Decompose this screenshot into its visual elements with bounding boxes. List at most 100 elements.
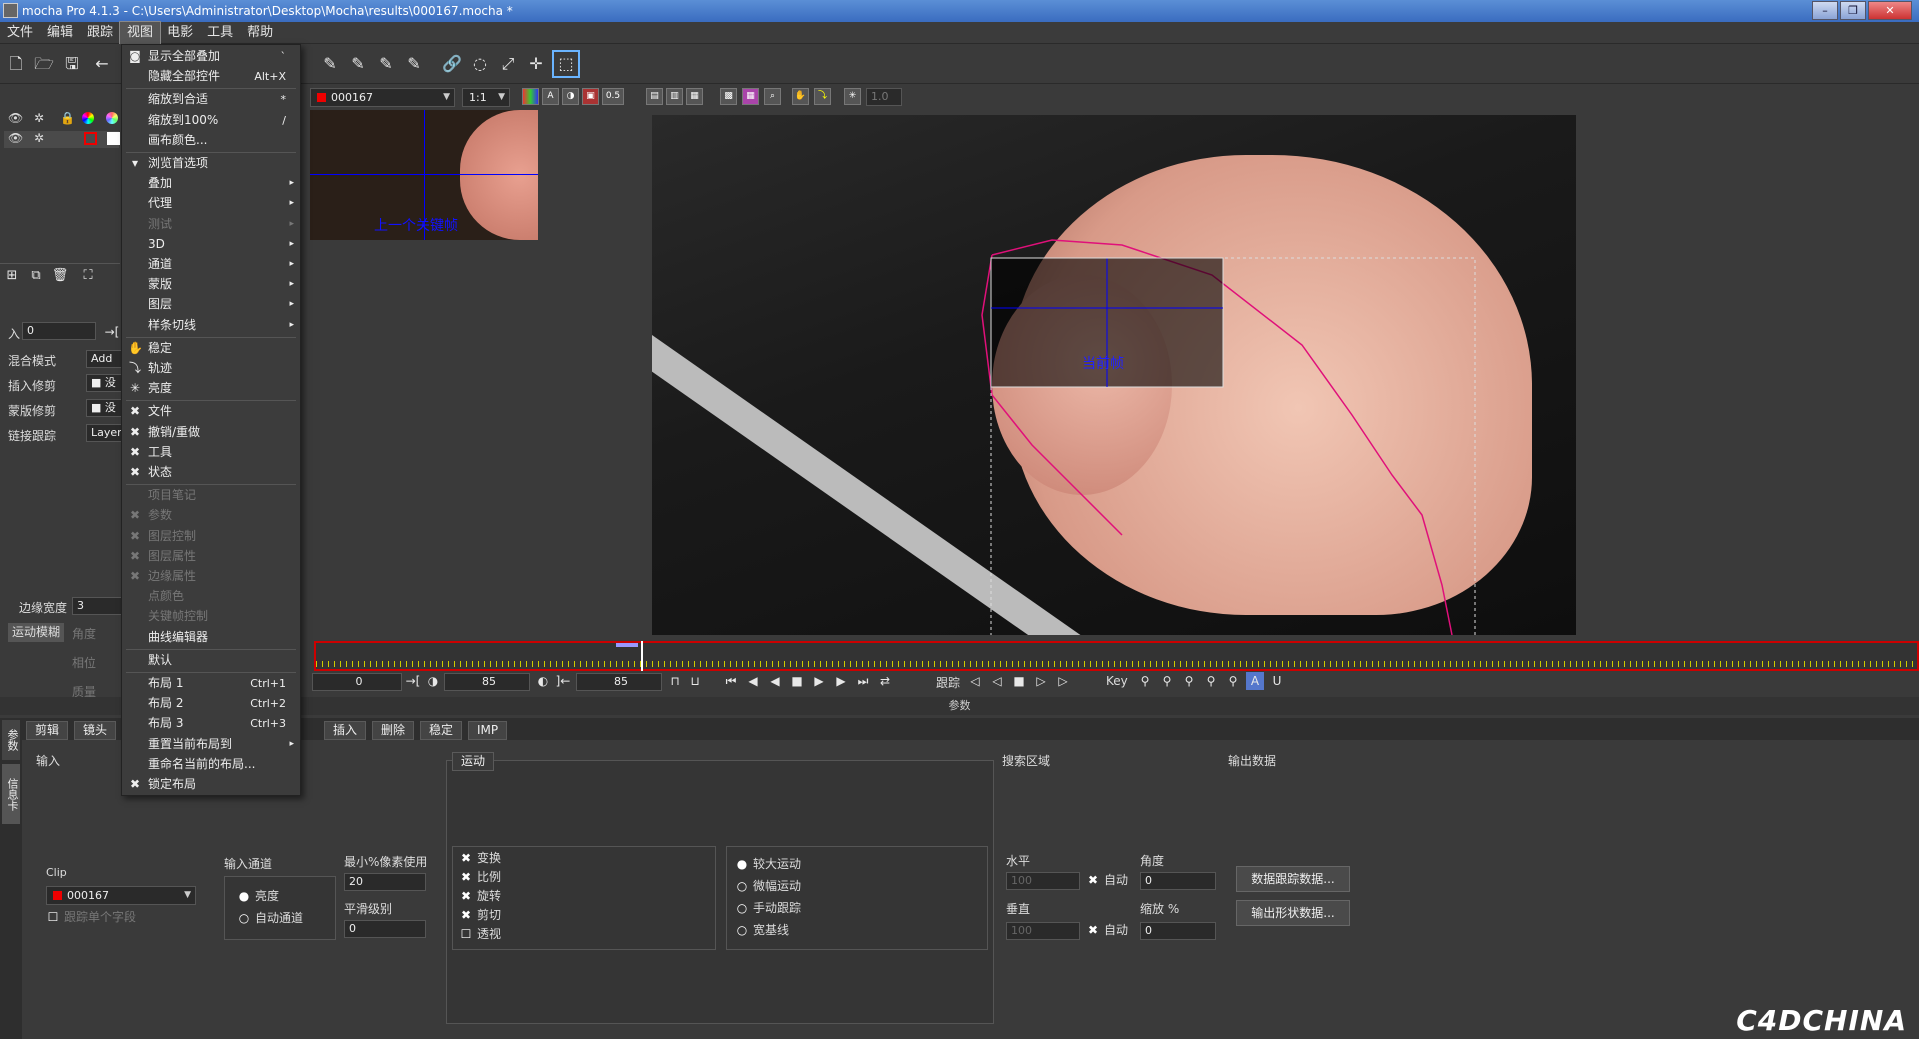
go-end-icon[interactable]: ⏭ (854, 672, 872, 690)
view-layout-icon[interactable]: ▤ (646, 88, 663, 105)
view-menu-item[interactable]: ▾ 浏览首选项 (122, 154, 300, 173)
in-field[interactable]: 0 (22, 322, 96, 340)
trail-icon[interactable]: ⤵ (814, 88, 831, 105)
wide-baseline-radio[interactable]: ○ 宽基线 (735, 921, 789, 940)
step-back-icon[interactable]: ◀ (744, 672, 762, 690)
matte-icon[interactable]: ▣ (582, 88, 599, 105)
restore-button[interactable]: ❐ (1840, 1, 1866, 20)
edge-width-field[interactable]: 3 (72, 597, 122, 615)
gear-icon[interactable]: ✲ (34, 131, 44, 145)
loop-icon[interactable]: ⇄ (876, 672, 894, 690)
delete-key-icon[interactable]: ⚲ (1202, 672, 1220, 690)
vertical-field[interactable]: 100 (1006, 922, 1080, 940)
view-menu-item[interactable]: ✖ 状态 (122, 463, 300, 482)
spline-overlay[interactable] (652, 115, 1576, 635)
layer-row[interactable]: 👁 ✲ (4, 131, 120, 148)
view-menu-item[interactable]: ✋ 稳定 (122, 339, 300, 358)
timeline[interactable] (314, 641, 1919, 671)
gear-icon[interactable]: ✲ (34, 111, 44, 125)
tab-imp[interactable]: IMP (468, 721, 508, 740)
perspective-checkbox[interactable]: ☐ 透视 (459, 925, 501, 944)
view-menu-item[interactable]: ◙ 显示全部叠加 ` (122, 47, 300, 66)
horizontal-field[interactable]: 100 (1006, 872, 1080, 890)
track-step-back-icon[interactable]: ◁ (988, 672, 1006, 690)
menu-help[interactable]: 帮助 (240, 22, 280, 44)
color-wheel-icon[interactable] (82, 112, 94, 124)
export-shape-data-button[interactable]: 输出形状数据... (1236, 900, 1350, 926)
zoom-percent-field[interactable]: 0 (1140, 922, 1216, 940)
tab-remove[interactable]: 删除 (372, 721, 415, 740)
view-menu-item[interactable]: 曲线编辑器 (122, 628, 300, 647)
luma-radio[interactable]: ● 亮度 (237, 887, 279, 906)
auto-key-icon[interactable]: A (1246, 672, 1264, 690)
large-motion-radio[interactable]: ● 较大运动 (735, 855, 801, 874)
create-bezier-icon[interactable]: ✎ (374, 52, 398, 76)
step-forward-icon[interactable]: ▶ (832, 672, 850, 690)
mask-clip-select[interactable]: ■ 没 (86, 399, 124, 417)
view-menu-item[interactable]: ✖ 工具 (122, 443, 300, 462)
small-motion-radio[interactable]: ○ 微幅运动 (735, 877, 801, 896)
menu-edit[interactable]: 编辑 (40, 22, 80, 44)
fullscreen-icon[interactable]: ⛶ (76, 264, 100, 288)
track-step-fwd-icon[interactable]: ▷ (1032, 672, 1050, 690)
rotate-checkbox[interactable]: ✖ 旋转 (459, 887, 501, 906)
stop-icon[interactable]: ■ (788, 672, 806, 690)
view-menu-item[interactable]: 重命名当前的布局... (122, 755, 300, 774)
new-file-icon[interactable]: 🗋 (4, 52, 28, 76)
view-menu-item[interactable]: 样条切线 ▸ (122, 316, 300, 335)
key-all-icon[interactable]: ⚲ (1224, 672, 1242, 690)
horizontal-auto-checkbox[interactable]: ✖ 自动 (1086, 871, 1128, 890)
view-menu-item[interactable]: 叠加 ▸ (122, 174, 300, 193)
close-button[interactable]: ✕ (1868, 1, 1912, 20)
lock-icon[interactable]: 🔒 (60, 111, 75, 125)
clip-select[interactable]: 000167 ▼ (310, 88, 455, 107)
view-stabilize-icon[interactable]: ▦ (686, 88, 703, 105)
view-compare-icon[interactable]: ▥ (666, 88, 683, 105)
min-pixel-field[interactable]: 20 (344, 873, 426, 891)
undo-icon[interactable]: ← (90, 52, 114, 76)
view-menu-item[interactable]: ✳ 亮度 (122, 379, 300, 398)
sidetab-params[interactable]: 参数 (2, 720, 20, 760)
menu-track[interactable]: 跟踪 (80, 22, 120, 44)
view-menu-item[interactable]: 画布颜色... (122, 131, 300, 150)
track-back-icon[interactable]: ◁ (966, 672, 984, 690)
stabilize-hand-icon[interactable]: ✋ (792, 88, 809, 105)
track-stop-icon[interactable]: ■ (1010, 672, 1028, 690)
view-menu-item[interactable]: 布局 2 Ctrl+2 (122, 694, 300, 713)
rgb-channel-icon[interactable] (522, 88, 539, 105)
view-menu-item[interactable]: 蒙版 ▸ (122, 275, 300, 294)
overlay-icon[interactable]: ◑ (562, 88, 579, 105)
manual-track-radio[interactable]: ○ 手动跟踪 (735, 899, 801, 918)
layer-color-swatch[interactable] (84, 132, 97, 145)
blend-mode-select[interactable]: Add (86, 350, 124, 368)
menu-file[interactable]: 文件 (0, 22, 40, 44)
grid-icon[interactable]: ▩ (720, 88, 737, 105)
add-bezier-icon[interactable]: ✎ (402, 52, 426, 76)
tab-stabilize[interactable]: 稳定 (420, 721, 463, 740)
zoom-range-icon[interactable]: ⊓ (666, 672, 684, 690)
motion-blur-toggle[interactable]: 运动模糊 (8, 623, 65, 642)
color-wheel-icon[interactable] (106, 112, 118, 124)
zoom-select[interactable]: 1:1 ▼ (462, 88, 510, 107)
delete-layer-icon[interactable]: 🗑 (48, 264, 72, 288)
in-point-field[interactable]: 0 (312, 673, 402, 691)
next-key-icon[interactable]: ⚲ (1180, 672, 1198, 690)
go-start-icon[interactable]: ⏮ (722, 672, 740, 690)
view-menu-item[interactable]: 缩放到100% / (122, 111, 300, 130)
save-file-icon[interactable]: 🖫 (60, 52, 84, 76)
export-tracking-data-button[interactable]: 数据跟踪数据... (1236, 866, 1350, 892)
link-icon[interactable]: 🔗 (440, 52, 464, 76)
pattern-icon[interactable]: ▦ (742, 88, 759, 105)
view-menu-item[interactable]: 3D ▸ (122, 235, 300, 254)
out-keyframe-icon[interactable]: ◐ (534, 672, 552, 690)
menu-view[interactable]: 视图 (119, 21, 162, 45)
insert-clip-select[interactable]: ■ 没 (86, 374, 124, 392)
key-u-icon[interactable]: U (1268, 672, 1286, 690)
motion-tab[interactable]: 运动 (452, 752, 495, 771)
set-in-point-icon[interactable]: →[ (404, 672, 422, 690)
tab-insert[interactable]: 插入 (324, 721, 367, 740)
matte-color-swatch[interactable] (107, 132, 120, 145)
in-keyframe-icon[interactable]: ◑ (424, 672, 442, 690)
open-file-icon[interactable]: 🗁 (32, 52, 56, 76)
angle-field[interactable]: 0 (1140, 872, 1216, 890)
